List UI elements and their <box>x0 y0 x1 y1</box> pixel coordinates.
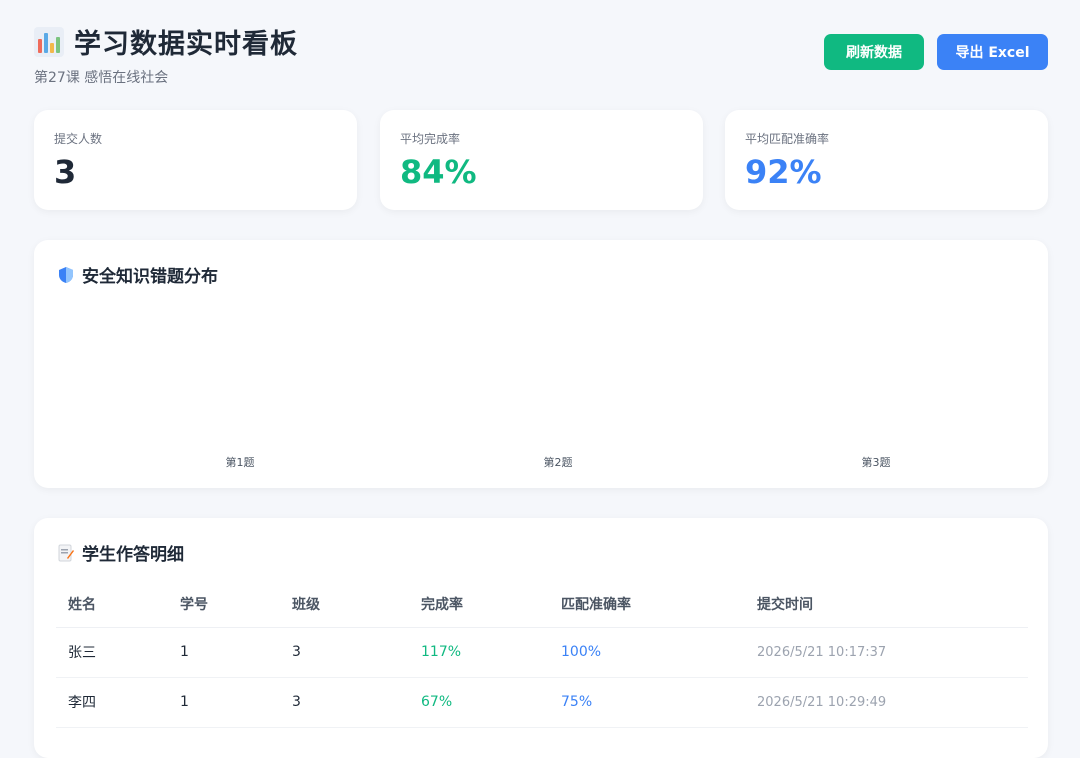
x-tick-label: 第1题 <box>225 456 255 469</box>
cell-id: 1 <box>168 677 280 728</box>
cell-accuracy: 75% <box>549 677 745 728</box>
column-header-completion: 完成率 <box>409 582 549 628</box>
column-header-class: 班级 <box>280 582 409 628</box>
cell-id: 1 <box>168 627 280 678</box>
cell-class: 3 <box>280 627 409 678</box>
page-subtitle: 第27课 感悟在线社会 <box>34 70 169 86</box>
student-answers-table: 姓名 学号 班级 完成率 匹配准确率 提交时间 张三 1 3 117% 100%… <box>56 582 1028 728</box>
page-title: 学习数据实时看板 <box>74 29 298 60</box>
memo-icon <box>58 544 74 561</box>
stat-card-completion: 平均完成率 84% <box>380 110 703 210</box>
stat-label: 平均匹配准确率 <box>745 132 830 146</box>
cell-completion: 67% <box>409 677 549 728</box>
table-row: 李四 1 3 67% 75% 2026/5/21 10:29:49 <box>56 677 1028 728</box>
stat-card-submissions: 提交人数 3 <box>34 110 357 210</box>
wrong-answer-chart-panel: 安全知识错题分布 第1题 第2题 第3题 <box>34 240 1048 488</box>
bar-chart <box>34 240 1048 488</box>
stat-label: 平均完成率 <box>400 132 461 146</box>
table-header-row: 姓名 学号 班级 完成率 匹配准确率 提交时间 <box>56 582 1028 628</box>
x-tick-label: 第2题 <box>543 456 573 469</box>
stat-value: 92% <box>745 153 822 191</box>
cell-accuracy: 100% <box>549 627 745 678</box>
column-header-id: 学号 <box>168 582 280 628</box>
stat-label: 提交人数 <box>54 132 103 146</box>
column-header-name: 姓名 <box>56 582 168 628</box>
table-title: 学生作答明细 <box>82 545 184 565</box>
cell-time: 2026/5/21 10:17:37 <box>745 627 1028 678</box>
cell-class: 3 <box>280 677 409 728</box>
column-header-time: 提交时间 <box>745 582 1028 628</box>
refresh-data-button[interactable]: 刷新数据 <box>824 34 924 70</box>
cell-time: 2026/5/21 10:29:49 <box>745 677 1028 728</box>
column-header-accuracy: 匹配准确率 <box>549 582 745 628</box>
x-tick-label: 第3题 <box>861 456 891 469</box>
stat-value: 84% <box>400 153 477 191</box>
bar-chart-icon <box>34 26 64 57</box>
cell-name: 李四 <box>56 677 168 728</box>
table-row: 张三 1 3 117% 100% 2026/5/21 10:17:37 <box>56 627 1028 678</box>
cell-name: 张三 <box>56 627 168 678</box>
stat-value: 3 <box>54 153 77 191</box>
student-answers-panel: 学生作答明细 姓名 学号 班级 完成率 匹配准确率 提交时间 张三 1 3 11… <box>34 518 1048 758</box>
cell-completion: 117% <box>409 627 549 678</box>
export-excel-button[interactable]: 导出 Excel <box>937 34 1048 70</box>
table-title-row: 学生作答明细 <box>58 540 184 565</box>
stat-card-accuracy: 平均匹配准确率 92% <box>725 110 1048 210</box>
